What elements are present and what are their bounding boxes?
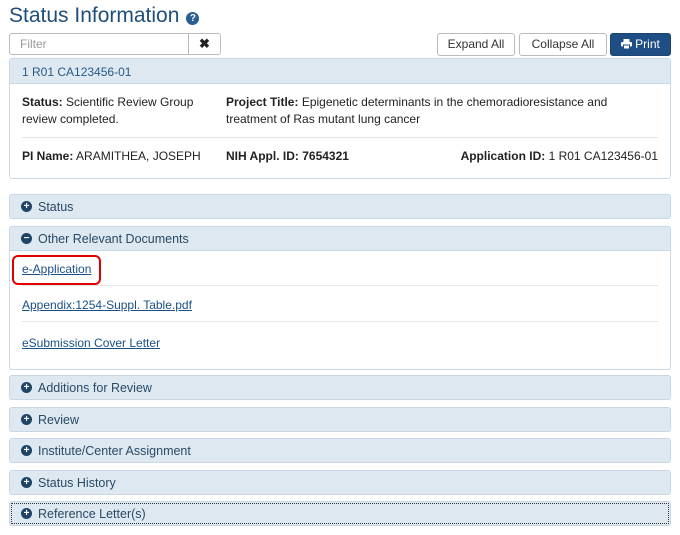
list-item: Appendix:1254-Suppl. Table.pdf [22, 286, 658, 322]
application-id-field: Application ID: 1 R01 CA123456-01 [461, 148, 658, 165]
printer-icon [621, 35, 633, 56]
nih-appl-id-field: NIH Appl. ID: 7654321 [226, 148, 349, 165]
page-title-text: Status Information [9, 4, 180, 27]
plus-circle-icon: + [21, 201, 32, 212]
panel-reference-letters-label: Reference Letter(s) [38, 506, 146, 521]
list-item: eSubmission Cover Letter [22, 324, 658, 360]
status-field: Status: Scientific Review Group review c… [22, 94, 212, 128]
filter-group: ✖ [9, 33, 221, 55]
clear-filter-button[interactable]: ✖ [188, 33, 221, 55]
panel-status-history[interactable]: + Status History [9, 470, 671, 495]
cover-letter-link[interactable]: eSubmission Cover Letter [22, 336, 160, 350]
status-label: Status: [22, 95, 63, 109]
project-title-label: Project Title: [226, 95, 299, 109]
panel-institute[interactable]: + Institute/Center Assignment [9, 438, 671, 463]
nih-appl-id-value: 7654321 [302, 149, 349, 163]
panel-institute-label: Institute/Center Assignment [38, 443, 191, 458]
nih-appl-id-label: NIH Appl. ID: [226, 149, 299, 163]
project-title-field: Project Title: Epigenetic determinants i… [226, 94, 646, 128]
panel-additions-label: Additions for Review [38, 380, 152, 395]
close-icon: ✖ [199, 36, 210, 51]
page-title: Status Information ? [9, 4, 200, 28]
panel-review-label: Review [38, 412, 79, 427]
application-id-value: 1 R01 CA123456-01 [548, 149, 658, 163]
panel-additions[interactable]: + Additions for Review [9, 375, 671, 400]
panel-status-history-label: Status History [38, 475, 116, 490]
plus-circle-icon: + [21, 445, 32, 456]
panel-reference-letters[interactable]: + Reference Letter(s) [9, 501, 671, 526]
list-item: e-Application [22, 250, 658, 286]
plus-circle-icon: + [21, 414, 32, 425]
pi-name-label: PI Name: [22, 149, 74, 163]
minus-circle-icon: − [21, 233, 32, 244]
application-id-label: Application ID: [460, 149, 546, 163]
panel-status-label: Status [38, 199, 74, 214]
collapse-all-button[interactable]: Collapse All [519, 33, 607, 56]
application-summary: 1 R01 CA123456-01 Status: Scientific Rev… [9, 58, 671, 179]
filter-input[interactable] [9, 33, 188, 55]
plus-circle-icon: + [21, 508, 32, 519]
pi-name-field: PI Name: ARAMITHEA, JOSEPH [22, 148, 201, 165]
grant-number: 1 R01 CA123456-01 [10, 59, 670, 84]
plus-circle-icon: + [21, 382, 32, 393]
highlight-annotation [12, 255, 101, 285]
appendix-link[interactable]: Appendix:1254-Suppl. Table.pdf [22, 298, 192, 312]
help-icon[interactable]: ? [186, 11, 200, 25]
panel-other-documents-label: Other Relevant Documents [38, 231, 189, 246]
plus-circle-icon: + [21, 477, 32, 488]
panel-status[interactable]: + Status [9, 194, 671, 219]
pi-name-value: ARAMITHEA, JOSEPH [76, 149, 201, 163]
expand-all-button[interactable]: Expand All [437, 33, 515, 56]
print-label: Print [635, 37, 660, 51]
panel-other-documents[interactable]: − Other Relevant Documents [9, 226, 671, 251]
print-button[interactable]: Print [610, 33, 671, 56]
panel-review[interactable]: + Review [9, 407, 671, 432]
documents-list: e-Application Appendix:1254-Suppl. Table… [9, 250, 671, 370]
divider [22, 137, 658, 138]
